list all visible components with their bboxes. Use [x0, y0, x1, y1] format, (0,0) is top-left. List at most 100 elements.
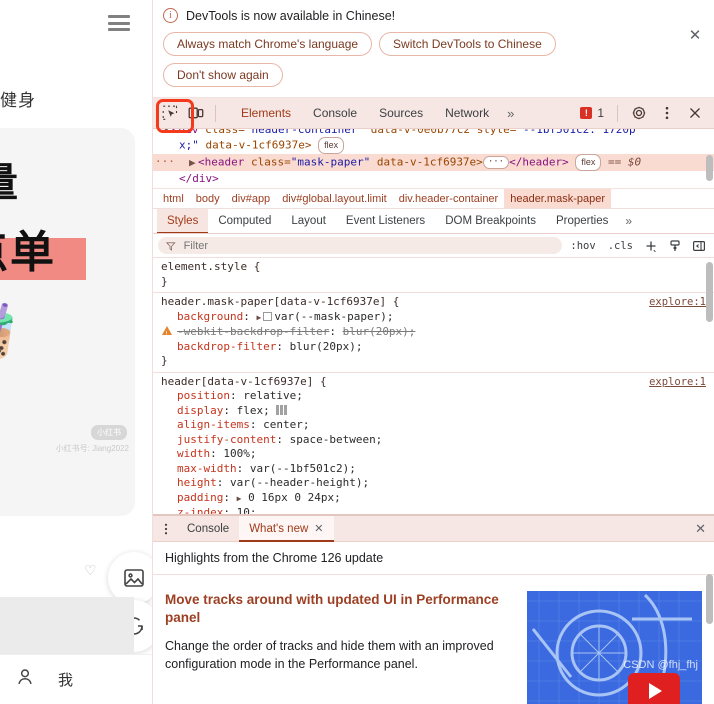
- whats-new-video-thumbnail[interactable]: CSDN @fhj_fhj: [527, 591, 702, 704]
- more-panels-chevron-icon[interactable]: »: [500, 106, 521, 121]
- dom-collapse-arrow[interactable]: ▶: [189, 155, 198, 170]
- declaration-value[interactable]: flex;: [237, 404, 270, 417]
- heart-icon[interactable]: ♡: [84, 562, 100, 578]
- breadcrumb-div-app[interactable]: div#app: [226, 189, 277, 208]
- declaration-value[interactable]: blur(20px);: [290, 340, 363, 353]
- tab-event-listeners[interactable]: Event Listeners: [336, 209, 435, 233]
- declaration-property[interactable]: width: [177, 447, 210, 460]
- flex-badge-selected[interactable]: flex: [575, 154, 602, 171]
- declaration-z-index[interactable]: z-index: 10;: [161, 506, 708, 514]
- declaration-property[interactable]: display: [177, 404, 223, 417]
- drawer-more-options-kebab-icon[interactable]: [155, 518, 177, 540]
- dom-line-header-container-cont[interactable]: x;" data-v-1cf6937e> flex: [153, 137, 714, 154]
- tab-dom-breakpoints[interactable]: DOM Breakpoints: [435, 209, 546, 233]
- banner-close-icon[interactable]: ✕: [686, 26, 704, 44]
- declaration-value[interactable]: space-between;: [290, 433, 383, 446]
- person-icon[interactable]: [14, 666, 36, 693]
- dom-tree-scrollbar[interactable]: [706, 155, 713, 181]
- declaration-value[interactable]: var(--header-height);: [230, 476, 369, 489]
- dom-collapsed-children[interactable]: ···: [482, 156, 510, 169]
- tab-console[interactable]: Console: [302, 98, 368, 129]
- tab-properties[interactable]: Properties: [546, 209, 618, 233]
- breadcrumb-header-mask-paper[interactable]: header.mask-paper: [504, 189, 611, 208]
- declaration-value[interactable]: 100%;: [223, 447, 256, 460]
- more-options-kebab-icon[interactable]: [654, 100, 680, 126]
- declaration-property[interactable]: height: [177, 476, 217, 489]
- filter-input[interactable]: [181, 238, 555, 253]
- filter-field[interactable]: [158, 237, 563, 254]
- cls-button[interactable]: .cls: [604, 240, 637, 252]
- tab-styles[interactable]: Styles: [157, 209, 209, 233]
- declaration-position[interactable]: position: relative;: [161, 389, 708, 404]
- declaration-value[interactable]: var(--1bf501c2);: [250, 462, 356, 475]
- sidebar-more-chevron-icon[interactable]: »: [618, 214, 639, 228]
- declaration-value[interactable]: center;: [263, 418, 309, 431]
- rule-selector[interactable]: header.mask-paper[data-v-1cf6937e] {: [161, 295, 708, 310]
- drawer-close-icon[interactable]: ✕: [695, 521, 706, 537]
- declaration-align-items[interactable]: align-items: center;: [161, 418, 708, 433]
- declaration-property[interactable]: backdrop-filter: [177, 340, 276, 353]
- rule-selector[interactable]: header[data-v-1cf6937e] {: [161, 375, 708, 390]
- declaration-value[interactable]: 0 16px 0 24px;: [248, 491, 341, 504]
- rule-origin-link[interactable]: explore:1: [649, 295, 706, 310]
- tab-elements[interactable]: Elements: [230, 98, 302, 129]
- error-count-badge[interactable]: ! 1: [575, 106, 609, 120]
- declaration-property[interactable]: -webkit-backdrop-filter: [177, 325, 329, 338]
- declaration-property[interactable]: background: [177, 310, 243, 323]
- tab-network[interactable]: Network: [434, 98, 500, 129]
- switch-to-chinese-button[interactable]: Switch DevTools to Chinese: [379, 32, 556, 56]
- dont-show-again-button[interactable]: Don't show again: [163, 63, 283, 87]
- tab-label-me[interactable]: 我: [58, 669, 73, 690]
- breadcrumb-body[interactable]: body: [190, 189, 226, 208]
- color-swatch[interactable]: [263, 311, 273, 321]
- inspect-element-icon[interactable]: [157, 100, 183, 126]
- whats-new-scrollbar[interactable]: [706, 574, 713, 624]
- declaration-property[interactable]: max-width: [177, 462, 237, 475]
- expand-triangle-icon[interactable]: ▶: [237, 492, 242, 507]
- declaration-property[interactable]: z-index: [177, 506, 223, 514]
- close-devtools-icon[interactable]: [682, 100, 708, 126]
- flex-badge[interactable]: flex: [318, 137, 345, 154]
- breadcrumb-div-global[interactable]: div#global.layout.limit: [276, 189, 393, 208]
- drawer-tab-console[interactable]: Console: [177, 516, 239, 542]
- expand-triangle-icon[interactable]: ▶: [256, 311, 261, 326]
- declaration-property[interactable]: position: [177, 389, 230, 402]
- drawer-tab-whats-new[interactable]: What's new ✕: [239, 515, 334, 542]
- declaration-height[interactable]: height: var(--header-height);: [161, 476, 708, 491]
- declaration-backdrop-filter[interactable]: backdrop-filter: blur(20px);: [161, 340, 708, 355]
- breadcrumb-html[interactable]: html: [157, 189, 190, 208]
- declaration-property[interactable]: padding: [177, 491, 223, 504]
- declaration-value[interactable]: blur(20px);: [343, 325, 416, 338]
- declaration-background[interactable]: background: ▶ var(--mask-paper);: [161, 310, 708, 326]
- flex-editor-icon[interactable]: [276, 404, 288, 415]
- always-match-language-button[interactable]: Always match Chrome's language: [163, 32, 373, 56]
- declaration-property[interactable]: align-items: [177, 418, 250, 431]
- declaration-value[interactable]: relative;: [243, 389, 303, 402]
- tab-computed[interactable]: Computed: [208, 209, 281, 233]
- gear-icon[interactable]: [626, 100, 652, 126]
- play-button-icon[interactable]: [628, 673, 680, 704]
- dom-line-close-div[interactable]: </div>: [153, 171, 714, 186]
- element-classes-pen-icon[interactable]: [665, 236, 685, 256]
- dom-expand-arrow[interactable]: ▾: [163, 129, 172, 137]
- toggle-sidebar-panel-icon[interactable]: [689, 236, 709, 256]
- rule-selector[interactable]: element.style {: [161, 260, 708, 275]
- dom-line-header-mask-paper[interactable]: ··· ▶ <header class="mask-paper" data-v-1…: [153, 154, 714, 171]
- declaration-width[interactable]: width: 100%;: [161, 447, 708, 462]
- rule-origin-link[interactable]: explore:1: [649, 375, 706, 390]
- new-style-rule-plus-icon[interactable]: [641, 236, 661, 256]
- dom-line-header-container[interactable]: ▾ <div class="header-container" data-v-0e…: [153, 129, 714, 137]
- styles-pane-scrollbar[interactable]: [706, 262, 713, 322]
- device-toolbar-icon[interactable]: [183, 100, 209, 126]
- breadcrumb-div-header-container[interactable]: div.header-container: [393, 189, 504, 208]
- declaration-webkit-backdrop-filter[interactable]: -webkit-backdrop-filter: blur(20px);: [161, 325, 708, 343]
- drawer-tab-close-icon[interactable]: ✕: [314, 523, 323, 535]
- tab-layout[interactable]: Layout: [281, 209, 336, 233]
- tab-sources[interactable]: Sources: [368, 98, 434, 129]
- declaration-value[interactable]: 10;: [237, 506, 257, 514]
- hov-button[interactable]: :hov: [566, 240, 599, 252]
- declaration-justify-content[interactable]: justify-content: space-between;: [161, 433, 708, 448]
- declaration-property[interactable]: justify-content: [177, 433, 276, 446]
- declaration-padding[interactable]: padding: ▶ 0 16px 0 24px;: [161, 491, 708, 507]
- declaration-display[interactable]: display: flex;: [161, 404, 708, 419]
